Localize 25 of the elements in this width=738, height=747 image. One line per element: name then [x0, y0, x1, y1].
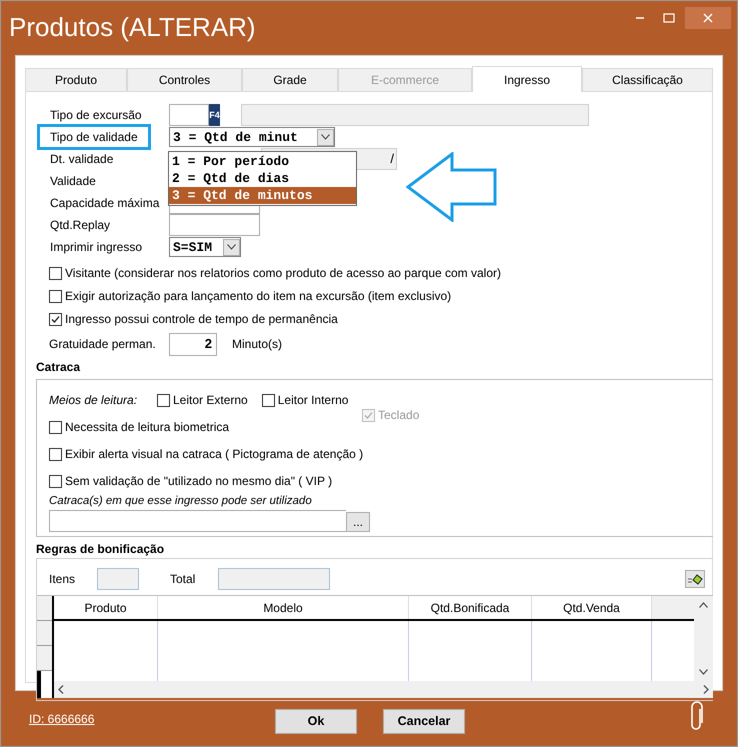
- field-label: Validade: [49, 173, 97, 190]
- reading-label: Meios de leitura:: [49, 392, 138, 409]
- field-label: Tipo de excursão: [49, 107, 143, 124]
- checkbox-label: Necessita de leitura biometrica: [65, 419, 230, 436]
- section-title: Regras de bonificação: [36, 541, 166, 558]
- checkbox-label: Leitor Interno: [278, 392, 348, 409]
- field-label: Imprimir ingresso: [49, 239, 144, 256]
- field-label: Total: [170, 571, 196, 588]
- checkbox-label: Ingresso possui controle de tempo de permanência: [65, 311, 338, 328]
- unit-label: Minuto(s): [232, 336, 282, 353]
- checkbox-label: Sem validação de "utilizado no mesmo dia" ( VIP ): [65, 473, 332, 490]
- checkbox-label: Exigir autorização para lançamento do item na excursão (item exclusivo): [65, 288, 452, 305]
- field-label: Itens: [49, 571, 76, 588]
- field-label: Gratuidade perman.: [49, 336, 157, 353]
- window-title: Produtos (ALTERAR): [9, 14, 256, 40]
- field-label: Dt. validade: [49, 151, 114, 168]
- field-label: Tipo de validade: [37, 124, 151, 150]
- turnstiles-label: Catraca(s) em que esse ingresso pode ser utilizado: [49, 494, 313, 509]
- field-label: Qtd.Replay: [49, 217, 112, 234]
- checkbox-label: Leitor Externo: [173, 392, 248, 409]
- checkbox-label: Visitante (considerar nos relatorios como produto de acesso ao parque com valor): [65, 265, 502, 282]
- section-title: Catraca: [36, 359, 80, 376]
- checkbox-label: Exibir alerta visual na catraca ( Pictograma de atenção ): [65, 446, 364, 463]
- field-label: Capacidade máxima: [49, 195, 160, 212]
- checkbox-label: Teclado: [378, 407, 420, 424]
